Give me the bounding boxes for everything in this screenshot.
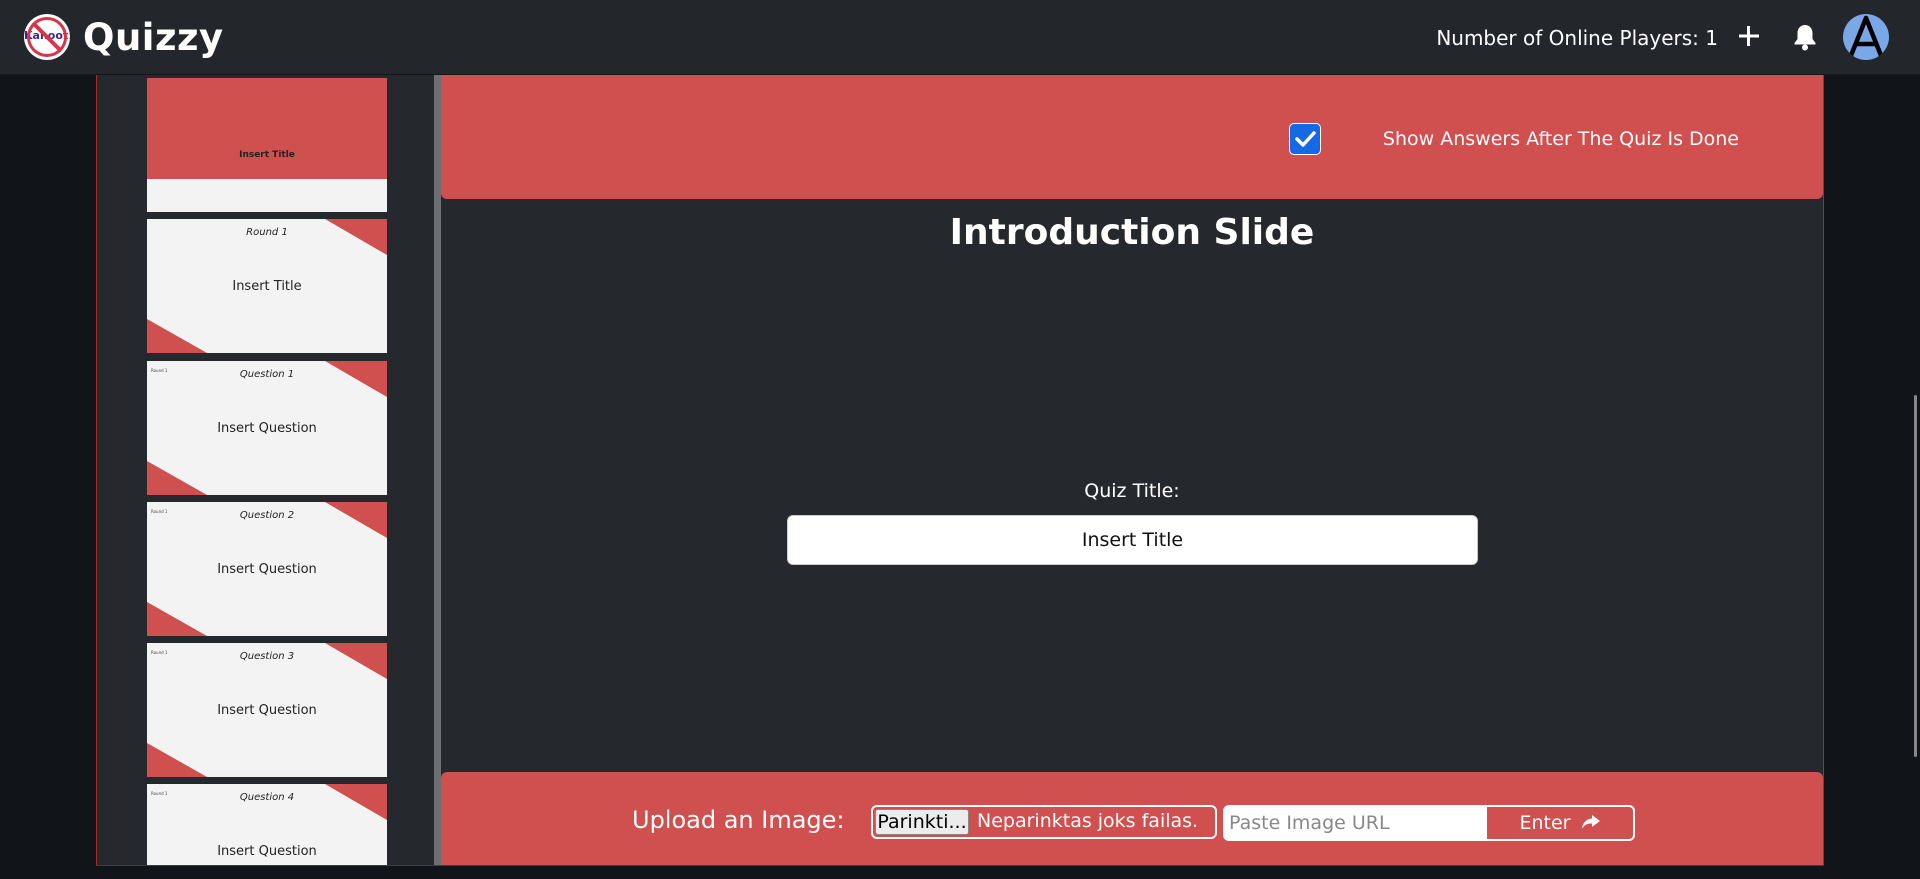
- slide-body-text: Insert Question: [217, 703, 317, 718]
- bell-icon[interactable]: [1792, 22, 1818, 52]
- plus-icon[interactable]: [1734, 20, 1764, 52]
- slide-corner-decoration: [147, 461, 207, 495]
- file-status-text: Neparinktas joks failas.: [977, 810, 1199, 832]
- choose-file-button[interactable]: Parinkti...: [875, 809, 969, 835]
- slide-list[interactable]: Insert Title Round 1 Insert Title Round …: [147, 78, 387, 865]
- slide-title-text: Question 4: [239, 792, 295, 803]
- slide-body-text: Insert Question: [217, 562, 317, 577]
- slide-corner-decoration: [147, 743, 207, 777]
- enter-url-button[interactable]: Enter: [1485, 805, 1635, 841]
- slide-thumbnail-question-3[interactable]: Round 1 Question 3 Insert Question: [147, 643, 387, 777]
- online-players-count: Number of Online Players: 1: [1436, 26, 1718, 50]
- bell-icon-svg: [1794, 25, 1816, 51]
- logo-circle: Kahoot!: [24, 14, 70, 60]
- image-upload-panel: Upload an Image: Parinkti... Neparinktas…: [441, 772, 1823, 865]
- slide-thumbnail-round-1[interactable]: Round 1 Insert Title: [147, 219, 387, 353]
- slide-thumbnail-title[interactable]: Insert Title: [147, 78, 387, 212]
- slide-title-text: Question 1: [239, 369, 295, 380]
- frame-bottom-border: [96, 865, 1824, 866]
- kahoot-ban-logo-icon[interactable]: Kahoot!: [24, 14, 70, 60]
- enter-button-label: Enter: [1519, 812, 1571, 834]
- slide-body-text: Insert Question: [217, 844, 317, 859]
- page-scrollbar-thumb[interactable]: [1914, 395, 1917, 757]
- ban-icon: [27, 17, 67, 57]
- plus-icon-svg: [1739, 26, 1759, 46]
- show-answers-label: Show Answers After The Quiz Is Done: [1382, 128, 1739, 150]
- slide-thumbnail-question-1[interactable]: Round 1 Question 1 Insert Question: [147, 361, 387, 495]
- slide-thumbnail-question-2[interactable]: Round 1 Question 2 Insert Question: [147, 502, 387, 636]
- slide-corner-decoration: [147, 602, 207, 636]
- user-avatar[interactable]: [1843, 14, 1889, 60]
- slide-heading: Introduction Slide: [949, 212, 1315, 253]
- upload-image-label: Upload an Image:: [632, 806, 845, 834]
- image-url-input[interactable]: Paste Image URL: [1223, 805, 1487, 841]
- panel-divider[interactable]: [434, 75, 441, 865]
- quiz-title-label: Quiz Title:: [1084, 480, 1180, 502]
- brand-name[interactable]: Quizzy: [83, 16, 224, 59]
- slide-title-text: Question 3: [239, 651, 295, 662]
- slide-body-text: Insert Title: [232, 279, 302, 294]
- show-answers-checkbox[interactable]: [1289, 123, 1321, 155]
- top-navbar: Kahoot! Quizzy Number of Online Players:…: [0, 0, 1920, 75]
- quiz-settings-panel: Show Answers After The Quiz Is Done: [441, 75, 1823, 199]
- check-icon: [1295, 131, 1316, 147]
- slide-title-text: Question 2: [239, 510, 295, 521]
- avatar-letter-icon: [1847, 15, 1885, 60]
- slide-red-band: [147, 78, 387, 179]
- slide-thumbnail-question-4[interactable]: Round 1 Question 4 Insert Question: [147, 784, 387, 865]
- file-picker[interactable]: Parinkti... Neparinktas joks failas.: [871, 805, 1217, 839]
- slide-corner-decoration: [147, 319, 207, 353]
- quiz-title-input[interactable]: Insert Title: [787, 515, 1478, 565]
- slide-body-text: Insert Question: [217, 421, 317, 436]
- share-arrow-icon: [1581, 815, 1600, 829]
- slide-title-text: Round 1: [246, 227, 288, 238]
- slide-body-text: Insert Title: [239, 150, 295, 160]
- page-bottom: [0, 865, 1920, 879]
